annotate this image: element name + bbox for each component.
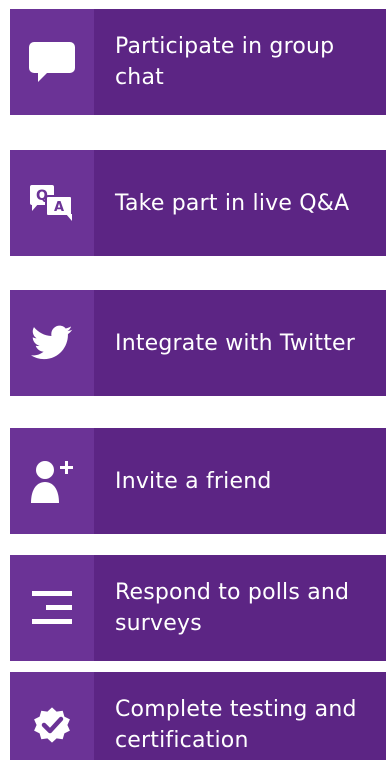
- feature-label: Respond to polls and surveys: [115, 580, 350, 636]
- icon-panel: [10, 672, 94, 760]
- icon-panel: [10, 555, 94, 661]
- feature-label-cell: Respond to polls and surveys: [94, 555, 386, 661]
- feature-card-polls-surveys[interactable]: Respond to polls and surveys: [10, 555, 386, 661]
- icon-panel: Q A: [10, 150, 94, 256]
- feature-card-live-qa[interactable]: Q A Take part in live Q&A: [10, 150, 386, 256]
- feature-label: Participate in group chat: [115, 34, 335, 90]
- feature-label: Take part in live Q&A: [115, 190, 350, 216]
- feature-card-twitter[interactable]: Integrate with Twitter: [10, 290, 386, 396]
- feature-label-cell: Invite a friend: [94, 428, 386, 534]
- feature-label-cell: Participate in group chat: [94, 9, 386, 115]
- feature-card-group-chat[interactable]: Participate in group chat: [10, 9, 386, 115]
- feature-label: Complete testing and certification: [115, 697, 357, 753]
- qa-icon-a-letter: A: [54, 200, 64, 215]
- feature-label-cell: Complete testing and certification: [94, 672, 386, 760]
- poll-bars-icon: [32, 591, 72, 625]
- feature-card-invite-friend[interactable]: Invite a friend: [10, 428, 386, 534]
- icon-panel: [10, 290, 94, 396]
- chat-bubble-icon: [29, 42, 75, 82]
- certification-badge-icon: [31, 704, 73, 746]
- qa-icon: Q A: [28, 183, 76, 223]
- feature-label-cell: Integrate with Twitter: [94, 290, 386, 396]
- feature-card-testing-certification[interactable]: Complete testing and certification: [10, 672, 386, 760]
- feature-label: Invite a friend: [115, 468, 272, 494]
- twitter-bird-icon: [31, 325, 73, 361]
- add-user-icon: [29, 459, 75, 503]
- icon-panel: [10, 428, 94, 534]
- feature-label-cell: Take part in live Q&A: [94, 150, 386, 256]
- icon-panel: [10, 9, 94, 115]
- feature-label: Integrate with Twitter: [115, 330, 356, 356]
